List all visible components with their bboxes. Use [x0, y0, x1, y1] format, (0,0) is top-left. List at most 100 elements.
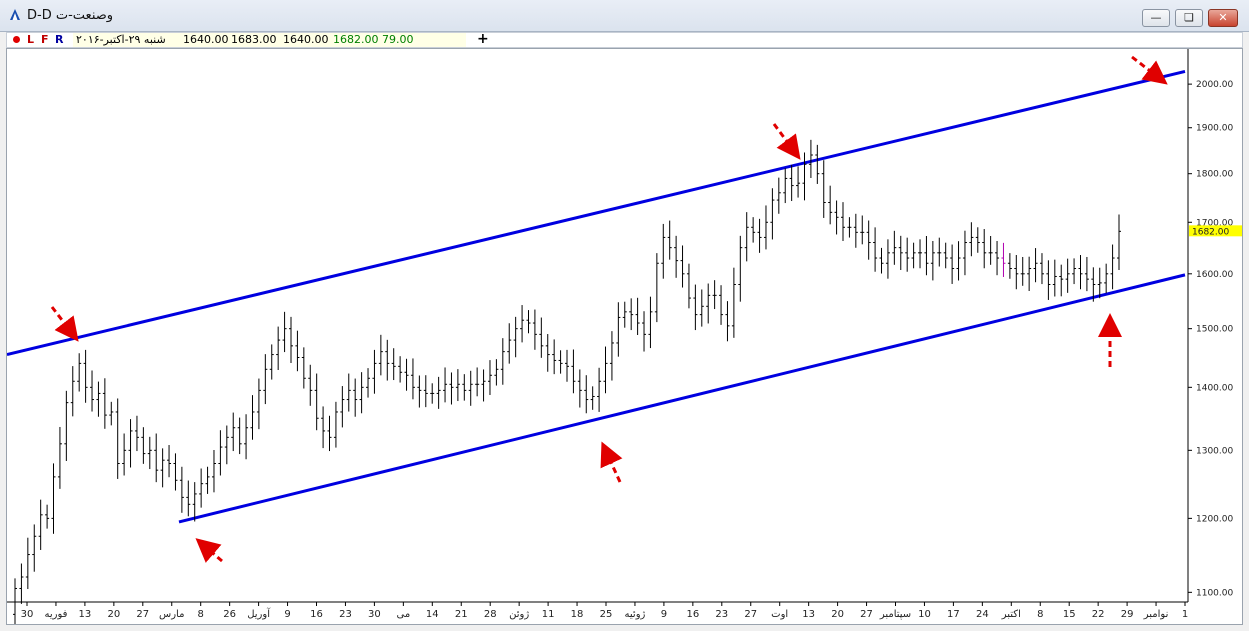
x-tick-label: 15	[1063, 609, 1076, 620]
ohlc-bar	[443, 367, 448, 403]
chart-area[interactable]: 1100.00 1200.00 1300.00 1400.00 1500.00 1600.…	[6, 48, 1243, 625]
ohlc-bar	[1039, 253, 1044, 285]
ohlc-bar	[590, 386, 595, 410]
ohlc-bar	[873, 227, 878, 272]
ohlc-bar	[199, 468, 204, 508]
ohlc-bar	[943, 242, 948, 269]
ohlc-bar	[128, 419, 133, 468]
x-tick-label: 16	[686, 609, 699, 620]
x-tick-label: 8	[198, 609, 204, 620]
x-tick-label: سپتامبر	[879, 609, 911, 620]
ohlc-bar	[975, 227, 980, 253]
ohlc-bar	[192, 482, 197, 522]
ohlc-bar	[391, 348, 396, 381]
price-info-bar: شنبه ۲۹-اکتبر-۲۰۱۶ 1640.00 1683.00 1640.…	[73, 33, 466, 47]
ohlc-bar	[160, 448, 165, 488]
ohlc-bar	[969, 222, 974, 257]
y-tick-label: 1500.00	[1196, 325, 1233, 335]
x-tick-label: 21	[455, 609, 468, 620]
ohlc-bar	[244, 414, 249, 460]
x-tick-label: 10	[918, 609, 931, 620]
annotation-arrow	[1131, 55, 1168, 85]
ohlc-bar	[520, 305, 525, 343]
ohlc-bar	[552, 339, 557, 375]
ohlc-bar	[731, 267, 736, 338]
ohlc-bar	[918, 239, 923, 269]
restore-button[interactable]: ❏	[1175, 9, 1203, 27]
ohlc-bar	[584, 375, 589, 414]
ohlc-bar	[565, 349, 569, 382]
ohlc-bar	[147, 436, 152, 470]
ohlc-bar	[744, 212, 749, 262]
x-tick-label: 8	[1037, 609, 1043, 620]
ohlc-bars	[13, 139, 1121, 624]
ohlc-bar	[924, 235, 929, 276]
x-tick-label: آوریل	[247, 607, 271, 620]
x-tick-label: 27	[136, 609, 149, 620]
ohlc-bar	[667, 220, 672, 260]
ohlc-bar	[289, 316, 293, 364]
ohlc-bar	[327, 415, 332, 452]
ohlc-bar	[866, 220, 871, 260]
info-open: 1640.00	[183, 33, 229, 46]
ohlc-bar	[616, 302, 621, 357]
ohlc-bar	[642, 311, 647, 352]
x-tick-label: 23	[715, 609, 728, 620]
ohlc-bar	[186, 480, 191, 517]
ohlc-bar	[141, 427, 146, 464]
ohlc-bar	[686, 263, 691, 309]
ohlc-bar	[532, 309, 537, 350]
x-tick-label: 30	[368, 609, 381, 620]
ohlc-bar	[173, 453, 178, 491]
ohlc-bar	[455, 369, 460, 402]
ohlc-bar	[988, 235, 993, 265]
ohlc-bar	[38, 499, 43, 550]
ohlc-bar	[13, 578, 17, 624]
ohlc-bar	[834, 200, 839, 235]
x-tick-label: 23	[339, 609, 352, 620]
price-chart[interactable]: 1100.00 1200.00 1300.00 1400.00 1500.00 1600.…	[7, 49, 1242, 624]
ohlc-bar	[494, 359, 499, 386]
ohlc-bar	[796, 166, 801, 198]
ohlc-bar	[468, 370, 473, 406]
ohlc-bar	[321, 406, 326, 449]
y-tick-label: 1400.00	[1196, 383, 1233, 393]
ohlc-bar	[539, 317, 544, 358]
ohlc-bar	[513, 316, 518, 358]
x-tick-label: مارس	[159, 609, 184, 620]
ohlc-bar	[853, 213, 858, 248]
ohlc-bar	[526, 310, 531, 334]
y-tick-label: 1600.00	[1196, 270, 1233, 280]
ohlc-bar	[1007, 253, 1012, 279]
ohlc-bar	[1104, 263, 1109, 294]
ohlc-bar	[378, 334, 383, 376]
y-tick-label: 1900.00	[1196, 124, 1233, 134]
toolbar-button-r[interactable]: R	[55, 33, 63, 47]
x-tick-label: 22	[1092, 609, 1105, 620]
toolbar-button-l[interactable]: L	[27, 33, 34, 47]
add-button[interactable]: +	[477, 32, 489, 47]
x-tick-label: 11	[542, 609, 555, 620]
app-logo-icon	[10, 9, 20, 20]
x-tick-label: 1	[1182, 609, 1188, 620]
ohlc-bar	[597, 367, 602, 412]
ohlc-bar	[962, 230, 967, 276]
ohlc-bar	[385, 339, 390, 381]
close-button[interactable]: ✕	[1208, 9, 1238, 27]
ohlc-bar	[423, 375, 428, 408]
ohlc-bar	[1065, 258, 1070, 293]
ohlc-bar	[359, 372, 364, 414]
ohlc-bar	[481, 369, 486, 402]
y-tick-label: 2000.00	[1196, 80, 1233, 90]
minimize-button[interactable]: —	[1142, 9, 1170, 27]
ohlc-bar	[693, 284, 698, 331]
x-tick-label: ژوئیه	[625, 609, 646, 620]
x-tick-label: 18	[571, 609, 584, 620]
ohlc-bar	[237, 417, 242, 455]
ohlc-bar	[256, 378, 261, 430]
x-tick-label: 20	[831, 609, 844, 620]
ohlc-bar	[905, 237, 910, 272]
record-dot-icon[interactable]	[13, 36, 20, 43]
x-tick-label: ژوئن	[509, 609, 529, 620]
toolbar-button-f[interactable]: F	[41, 33, 49, 47]
